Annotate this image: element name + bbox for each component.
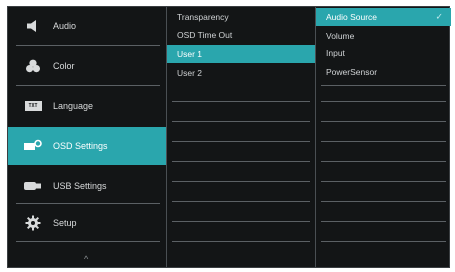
divider [172, 141, 310, 142]
scroll-up-icon[interactable]: ^ [84, 254, 88, 264]
color-icon [23, 59, 43, 73]
option-item-label: Input [326, 48, 345, 58]
divider [172, 201, 310, 202]
divider [172, 241, 310, 242]
main-menu-item-usb-settings[interactable]: USB Settings [8, 167, 166, 205]
main-menu-label: USB Settings [53, 181, 107, 191]
option-item-label: PowerSensor [326, 67, 378, 77]
divider [172, 121, 310, 122]
options-panel: Audio Source ✓ Volume Input PowerSensor [315, 7, 451, 267]
main-menu-item-osd-settings[interactable]: OSD Settings [8, 127, 166, 165]
divider [321, 101, 446, 102]
gear-icon [23, 215, 43, 231]
divider [172, 101, 310, 102]
main-menu-item-audio[interactable]: Audio [8, 7, 166, 45]
main-menu-label: Language [53, 101, 94, 111]
option-item-label: Audio Source [326, 12, 378, 22]
language-icon: TXT [23, 99, 43, 113]
option-item-label: Volume [326, 31, 355, 41]
main-menu-label: Setup [53, 218, 77, 228]
speaker-icon [23, 19, 43, 33]
divider [16, 85, 160, 86]
osd-menu: Audio Color TXT Language OSD Settings US… [7, 6, 451, 268]
osd-settings-submenu: Transparency OSD Time Out User 1 User 2 [166, 7, 315, 267]
submenu-item-label: User 1 [177, 49, 203, 59]
main-menu-label: Color [53, 61, 75, 71]
main-menu-item-setup[interactable]: Setup [8, 204, 166, 242]
main-menu: Audio Color TXT Language OSD Settings US… [8, 7, 166, 267]
divider [172, 221, 310, 222]
divider [321, 121, 446, 122]
option-item-volume[interactable]: Volume [316, 27, 451, 45]
divider [172, 161, 310, 162]
submenu-item-osd-time-out[interactable]: OSD Time Out [167, 26, 315, 44]
divider [172, 181, 310, 182]
divider [321, 181, 446, 182]
submenu-item-user-1[interactable]: User 1 [167, 45, 315, 63]
divider [321, 161, 446, 162]
submenu-item-label: OSD Time Out [177, 30, 233, 40]
divider [321, 201, 446, 202]
divider [16, 241, 160, 242]
osd-settings-icon [23, 139, 43, 153]
option-item-audio-source[interactable]: Audio Source ✓ [316, 8, 451, 26]
option-item-powersensor[interactable]: PowerSensor [316, 63, 451, 81]
main-menu-label: OSD Settings [53, 141, 108, 151]
divider [321, 141, 446, 142]
usb-icon [23, 179, 43, 193]
option-item-input[interactable]: Input [316, 44, 451, 62]
submenu-item-label: Transparency [177, 12, 229, 22]
main-menu-label: Audio [53, 21, 77, 31]
submenu-item-user-2[interactable]: User 2 [167, 64, 315, 82]
divider [321, 221, 446, 222]
divider [16, 45, 160, 46]
main-menu-item-language[interactable]: TXT Language [8, 87, 166, 125]
main-menu-item-color[interactable]: Color [8, 47, 166, 85]
submenu-item-transparency[interactable]: Transparency [167, 8, 315, 26]
check-icon: ✓ [435, 11, 443, 22]
language-icon-text: TXT [24, 101, 42, 111]
divider [321, 241, 446, 242]
submenu-item-label: User 2 [177, 68, 203, 78]
divider [321, 85, 446, 86]
